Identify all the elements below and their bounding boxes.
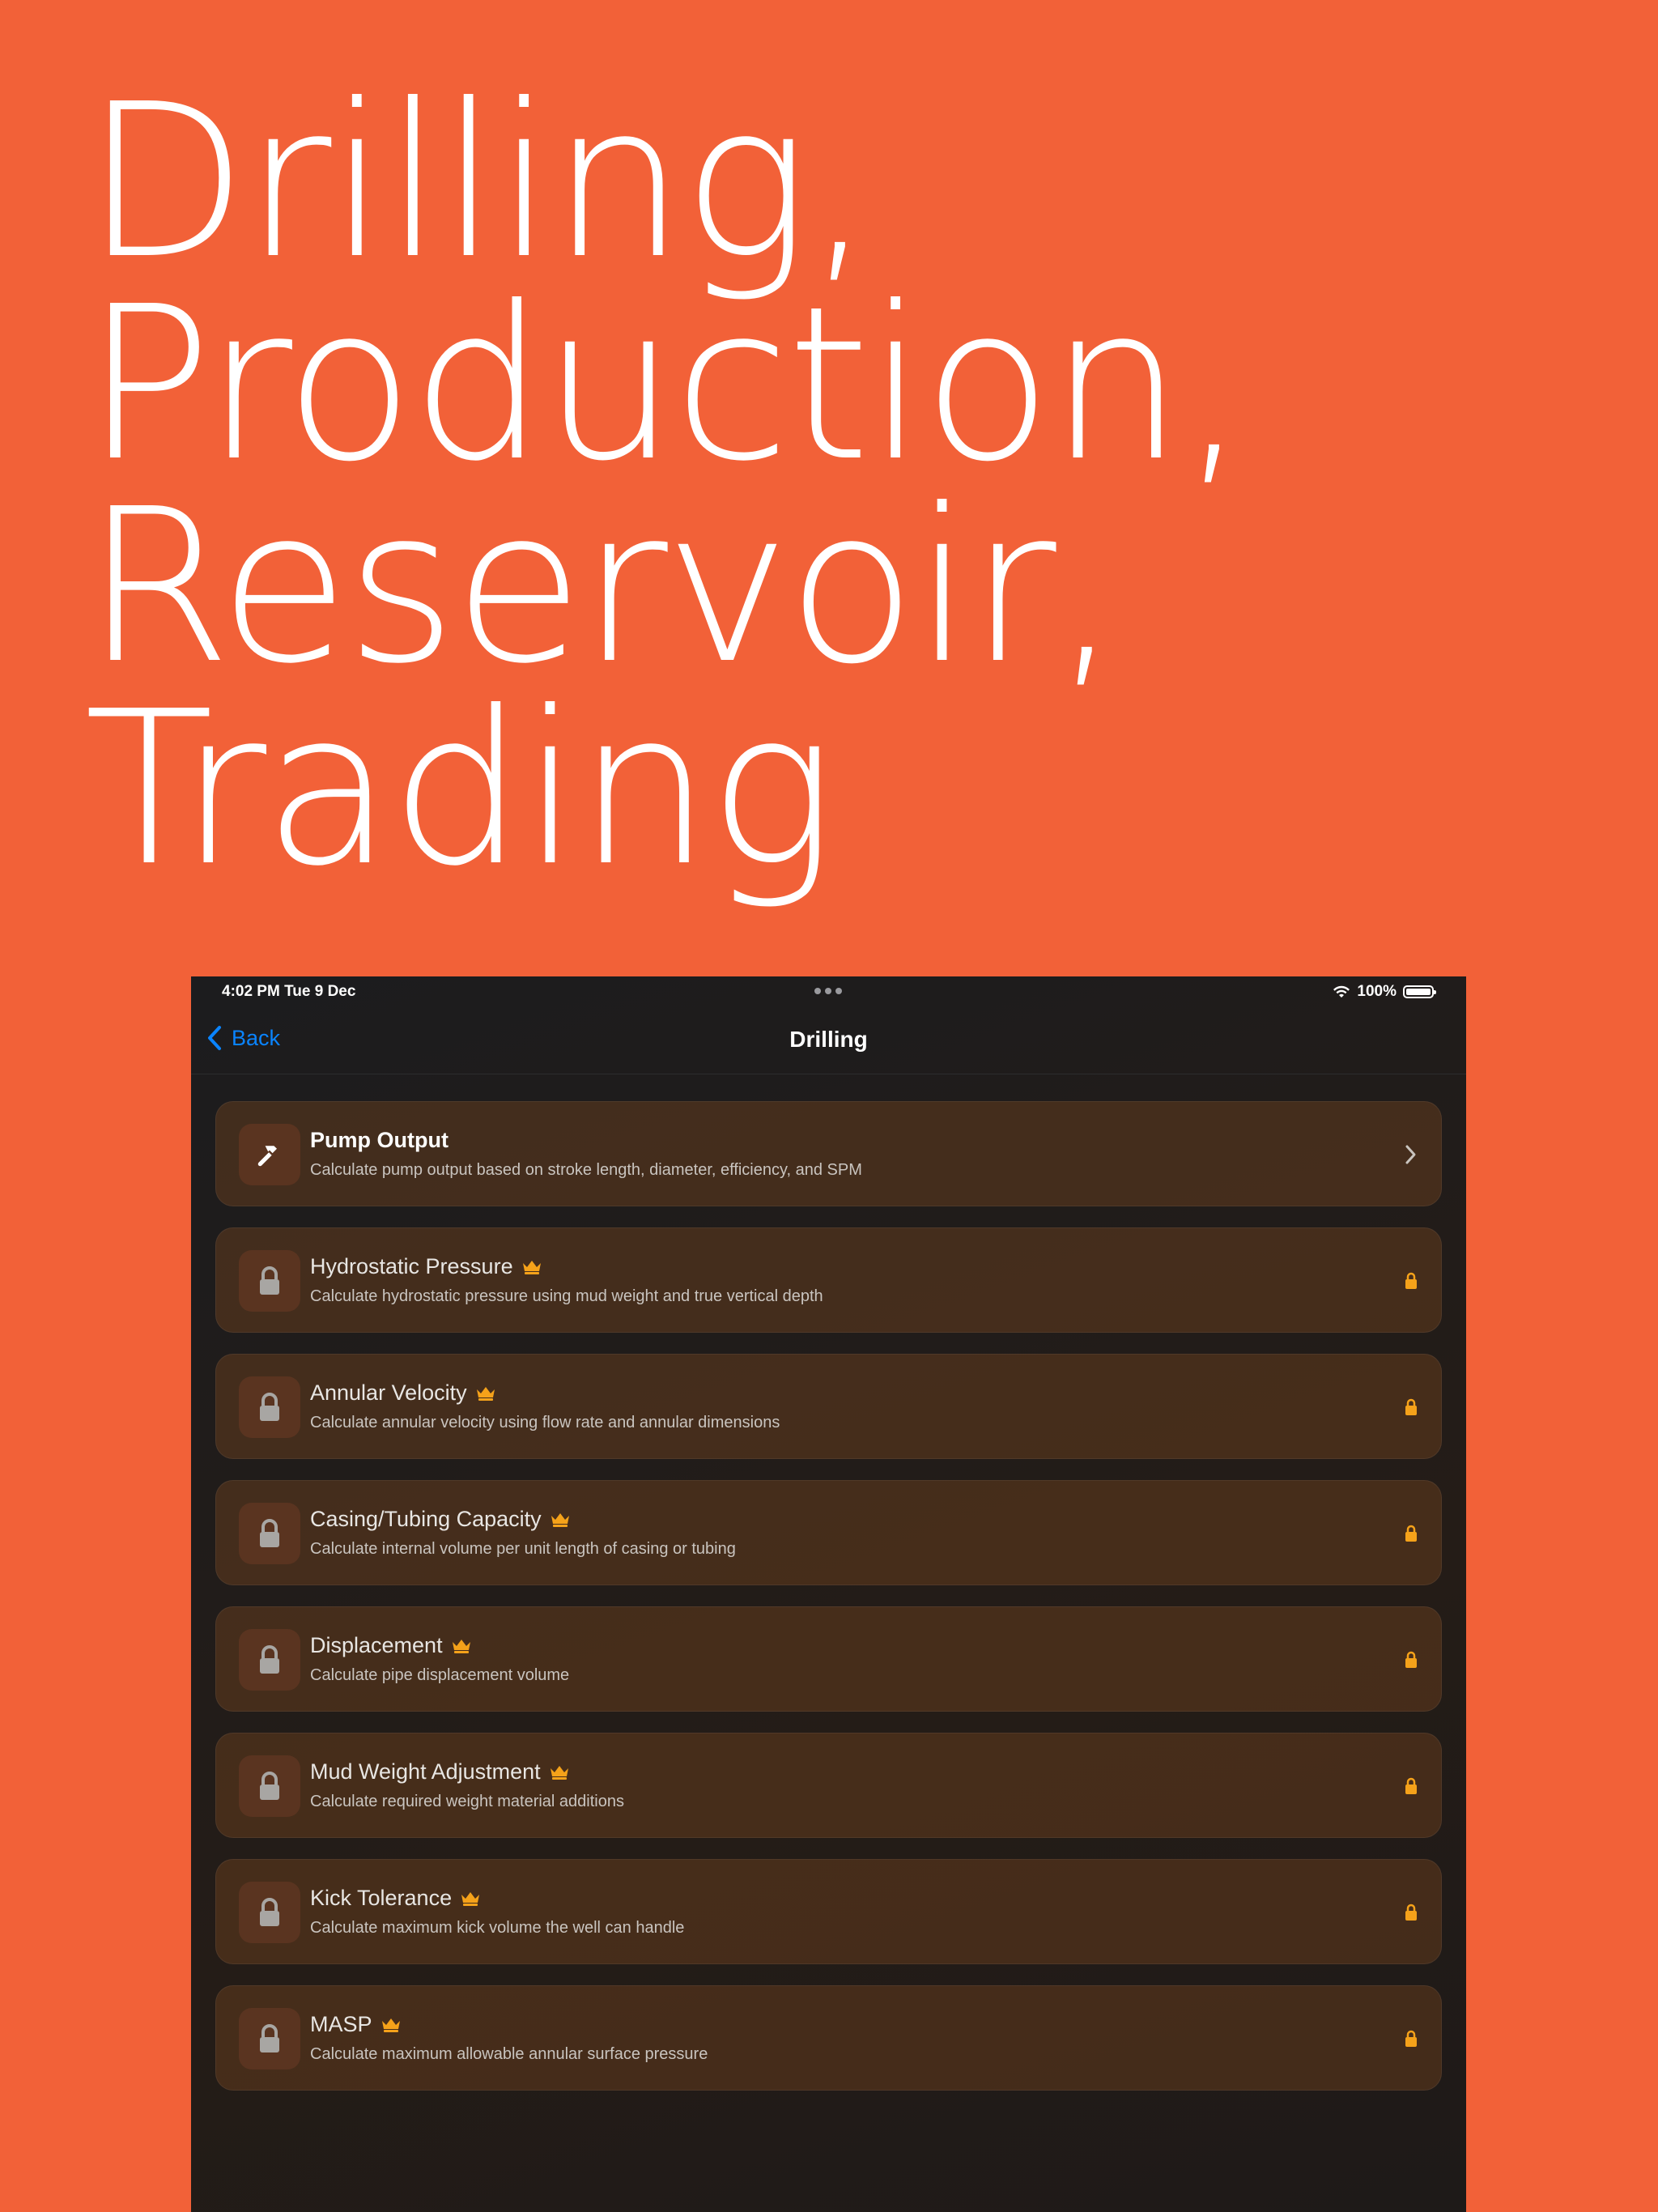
list-item-kick-tolerance[interactable]: Kick Tolerance Calculate maximum kick vo… — [215, 1859, 1442, 1964]
status-time: 4:02 PM Tue 9 Dec — [222, 983, 356, 1000]
battery-icon — [1403, 985, 1436, 998]
item-icon-box — [239, 1882, 300, 1943]
item-description: Calculate required weight material addit… — [310, 1793, 624, 1810]
hammer-icon — [257, 1146, 277, 1167]
lock-icon — [1405, 1525, 1417, 1542]
crown-icon — [522, 1260, 541, 1274]
item-title: Displacement — [310, 1633, 472, 1658]
item-icon-box — [239, 1250, 300, 1312]
lock-icon — [260, 1266, 279, 1295]
item-description: Calculate hydrostatic pressure using mud… — [310, 1287, 823, 1305]
lock-icon — [1405, 1398, 1417, 1415]
item-description: Calculate pipe displacement volume — [310, 1666, 570, 1684]
lock-icon — [260, 1898, 279, 1926]
lock-icon — [260, 1519, 279, 1547]
status-right: 100% — [1333, 983, 1436, 1001]
crown-icon — [381, 2018, 400, 2032]
page-title: Drilling — [789, 1027, 868, 1052]
crown-icon — [551, 1512, 569, 1527]
crown-icon — [461, 1891, 480, 1906]
list-item-pump-output[interactable]: Pump Output Calculate pump output based … — [215, 1101, 1442, 1206]
item-description: Calculate annular velocity using flow ra… — [310, 1414, 780, 1431]
navigation-bar: Back Drilling — [191, 1006, 1466, 1074]
status-bar: 4:02 PM Tue 9 Dec 100% — [191, 976, 1466, 1006]
headline-line: Reservoir, — [84, 463, 1120, 710]
lock-icon — [1405, 1777, 1417, 1794]
item-icon-box — [239, 1376, 300, 1438]
item-icon-box — [239, 1503, 300, 1564]
lock-icon — [260, 2024, 279, 2052]
lock-icon — [260, 1645, 279, 1674]
lock-icon — [1405, 1904, 1417, 1921]
item-title: Annular Velocity — [310, 1380, 496, 1406]
item-icon-box — [239, 1629, 300, 1691]
item-title: MASP — [310, 2012, 402, 2037]
crown-icon — [452, 1639, 470, 1653]
item-title: Casing/Tubing Capacity — [310, 1507, 571, 1532]
battery-percent: 100% — [1357, 983, 1397, 1000]
item-description: Calculate maximum allowable annular surf… — [310, 2045, 708, 2063]
calculator-list: Pump Output Calculate pump output based … — [215, 1101, 1442, 2112]
item-title: Hydrostatic Pressure — [310, 1254, 542, 1279]
marketing-headline: Drilling, Production, Reservoir, Trading — [84, 58, 1248, 912]
chevron-right-icon — [1405, 1145, 1416, 1164]
item-description: Calculate pump output based on stroke le… — [310, 1161, 862, 1179]
headline-line: Trading — [84, 666, 835, 912]
lock-icon — [1405, 1272, 1417, 1289]
headline-line: Production, — [84, 261, 1248, 508]
lock-icon — [1405, 2030, 1417, 2047]
lock-icon — [260, 1772, 279, 1800]
lock-icon — [1405, 1651, 1417, 1668]
item-icon-box — [239, 1755, 300, 1817]
item-icon-box — [239, 2008, 300, 2069]
list-item-displacement[interactable]: Displacement Calculate pipe displacement… — [215, 1606, 1442, 1712]
list-item-mud-weight-adjustment[interactable]: Mud Weight Adjustment Calculate required… — [215, 1733, 1442, 1838]
crown-icon — [476, 1386, 495, 1401]
list-item-masp[interactable]: MASP Calculate maximum allowable annular… — [215, 1985, 1442, 2091]
list-item-annular-velocity[interactable]: Annular Velocity Calculate annular veloc… — [215, 1354, 1442, 1459]
item-icon-box — [239, 1124, 300, 1185]
ipad-screen: 4:02 PM Tue 9 Dec 100% Back Drilling Pum… — [191, 976, 1466, 2212]
item-title: Pump Output — [310, 1128, 449, 1152]
crown-icon — [550, 1765, 568, 1780]
item-description: Calculate internal volume per unit lengt… — [310, 1540, 736, 1558]
item-title: Kick Tolerance — [310, 1886, 481, 1911]
lock-icon — [260, 1393, 279, 1421]
wifi-icon — [1333, 985, 1350, 998]
headline-line: Drilling, — [84, 58, 874, 305]
multitasking-dots-icon[interactable] — [814, 988, 842, 994]
list-item-casing-tubing-capacity[interactable]: Casing/Tubing Capacity Calculate interna… — [215, 1480, 1442, 1585]
item-description: Calculate maximum kick volume the well c… — [310, 1919, 685, 1937]
list-item-hydrostatic-pressure[interactable]: Hydrostatic Pressure Calculate hydrostat… — [215, 1227, 1442, 1333]
item-title: Mud Weight Adjustment — [310, 1759, 570, 1784]
